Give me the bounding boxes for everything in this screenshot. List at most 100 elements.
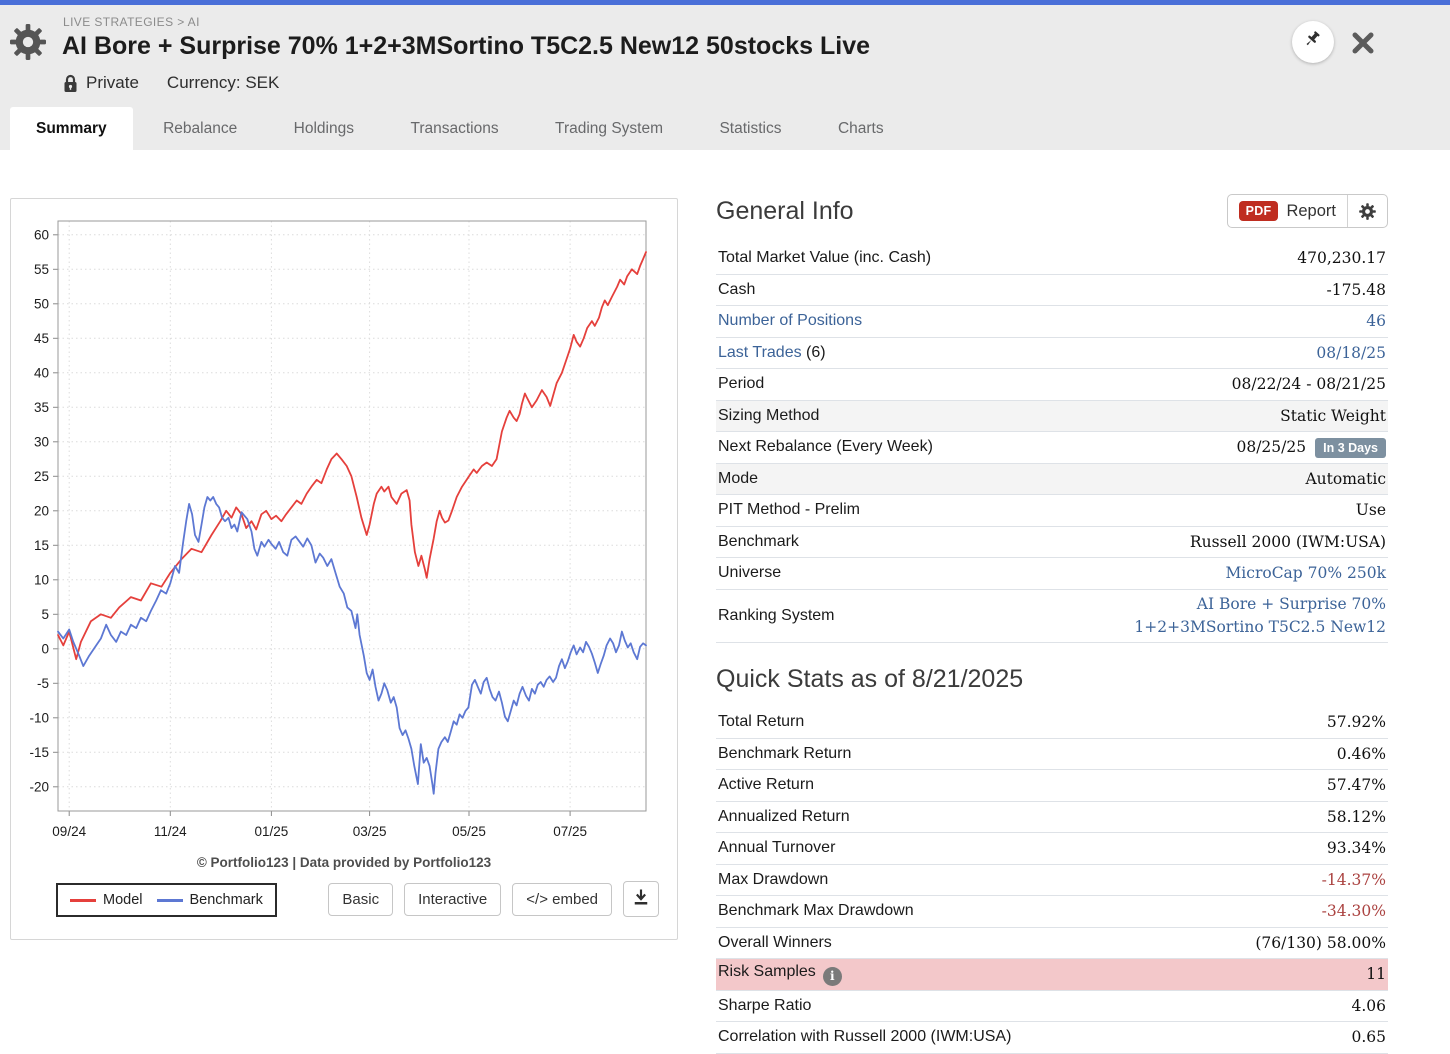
- info-row: Ranking System AI Bore + Surprise 70% 1+2+…: [716, 590, 1388, 644]
- row-label: Active Return: [718, 776, 814, 793]
- row-value-line2[interactable]: 1+2+3MSortino T5C2.5 New12: [1134, 618, 1386, 636]
- strategy-settings-gear-icon[interactable]: [8, 22, 48, 67]
- download-chart-button[interactable]: [623, 881, 659, 917]
- row-value[interactable]: MicroCap 70% 250k: [1225, 564, 1386, 582]
- svg-text:45: 45: [34, 331, 49, 346]
- row-value: 08/22/24 - 08/21/25: [1232, 375, 1386, 393]
- row-value: 0.46%: [1337, 745, 1386, 763]
- row-value[interactable]: AI Bore + Surprise 70%: [1197, 595, 1386, 613]
- svg-text:0: 0: [41, 641, 49, 656]
- tab-bar: Summary Rebalance Holdings Transactions …: [10, 107, 910, 150]
- svg-text:01/25: 01/25: [255, 824, 289, 839]
- page-title: AI Bore + Surprise 70% 1+2+3MSortino T5C…: [62, 32, 870, 61]
- benchmark-line-swatch: [157, 899, 183, 902]
- model-line-swatch: [70, 899, 96, 902]
- general-info-table: Total Market Value (inc. Cash) 470,230.17…: [716, 243, 1388, 643]
- svg-text:-15: -15: [29, 745, 49, 760]
- tab-statistics[interactable]: Statistics: [693, 107, 807, 150]
- row-value[interactable]: 08/18/25: [1316, 344, 1386, 362]
- basic-chart-button[interactable]: Basic: [328, 883, 393, 916]
- lock-icon: [63, 74, 78, 93]
- info-row: Number of Positions 46: [716, 306, 1388, 338]
- stat-row: Annual Turnover 93.34%: [716, 833, 1388, 865]
- row-label-link[interactable]: Number of Positions: [718, 312, 862, 329]
- quick-stats-title: Quick Stats as of 8/21/2025: [716, 665, 1388, 694]
- row-value: 58.12%: [1327, 808, 1386, 826]
- row-value: 57.47%: [1327, 776, 1386, 794]
- quick-stats-table: Total Return57.92% Benchmark Return 0.46% A…: [716, 707, 1388, 1054]
- row-value: 470,230.17: [1297, 249, 1386, 267]
- pdf-report-button[interactable]: PDF Report: [1228, 195, 1347, 227]
- row-value: -175.48: [1327, 281, 1386, 299]
- info-row: Period 08/22/24 - 08/21/25: [716, 369, 1388, 401]
- row-label: Annualized Return: [718, 808, 850, 825]
- legend-benchmark-label: Benchmark: [190, 892, 263, 908]
- svg-text:10: 10: [34, 572, 49, 587]
- chart-attribution: © Portfolio123 | Data provided by Portfo…: [11, 855, 677, 870]
- info-row: Last Trades (6)08/18/25: [716, 338, 1388, 370]
- row-label: Max Drawdown: [718, 871, 828, 888]
- info-row: Next Rebalance (Every Week)08/25/25In 3 …: [716, 432, 1388, 464]
- stat-row: Correlation with Russell 2000 (IWM:USA)0…: [716, 1022, 1388, 1054]
- row-label: Mode: [718, 470, 758, 487]
- svg-text:40: 40: [34, 365, 49, 380]
- svg-text:30: 30: [34, 434, 49, 449]
- row-label: Benchmark Return: [718, 745, 851, 762]
- interactive-chart-button[interactable]: Interactive: [404, 883, 501, 916]
- row-label: Overall Winners: [718, 934, 832, 951]
- stat-row: Benchmark Return 0.46%: [716, 739, 1388, 771]
- legend-model-label: Model: [103, 892, 143, 908]
- svg-text:-20: -20: [29, 779, 49, 794]
- row-label: Benchmark: [718, 533, 799, 550]
- row-value: 08/25/25: [1236, 438, 1306, 456]
- stat-row: Overall Winners(76/130) 58.00%: [716, 928, 1388, 960]
- embed-chart-button[interactable]: </> embed: [512, 883, 612, 916]
- pin-button[interactable]: [1292, 21, 1334, 63]
- tab-summary[interactable]: Summary: [10, 107, 133, 150]
- row-value: Static Weight: [1280, 407, 1386, 425]
- tab-charts[interactable]: Charts: [812, 107, 910, 150]
- tab-trading-system[interactable]: Trading System: [529, 107, 689, 150]
- info-row: BenchmarkRussell 2000 (IWM:USA): [716, 527, 1388, 559]
- svg-text:-5: -5: [37, 676, 49, 691]
- info-panel: General Info PDF Report: [716, 192, 1388, 1054]
- info-icon[interactable]: i: [823, 967, 842, 986]
- report-button-group: PDF Report: [1227, 194, 1388, 228]
- row-value: 93.34%: [1327, 839, 1386, 857]
- pdf-badge: PDF: [1239, 201, 1279, 221]
- privacy-label: Private: [86, 73, 139, 93]
- row-value: Use: [1356, 501, 1386, 519]
- row-label-link[interactable]: Last Trades: [718, 344, 802, 361]
- row-label: Period: [718, 375, 764, 392]
- row-label: Total Market Value (inc. Cash): [718, 249, 931, 266]
- row-value[interactable]: 46: [1366, 312, 1386, 330]
- row-label: Universe: [718, 564, 781, 581]
- close-icon[interactable]: [1349, 29, 1377, 57]
- tab-holdings[interactable]: Holdings: [268, 107, 380, 150]
- row-label: Benchmark Max Drawdown: [718, 902, 914, 919]
- info-row: PIT Method - PrelimUse: [716, 495, 1388, 527]
- info-row: Sizing MethodStatic Weight: [716, 401, 1388, 433]
- tab-transactions[interactable]: Transactions: [384, 107, 524, 150]
- row-label: Annual Turnover: [718, 839, 835, 856]
- stat-row: Benchmark Max Drawdown-34.30%: [716, 896, 1388, 928]
- stat-row: Total Return57.92%: [716, 707, 1388, 739]
- performance-line-chart: 605550454035302520151050-5-10-15-2009/24…: [11, 199, 677, 849]
- svg-text:11/24: 11/24: [154, 824, 187, 839]
- report-button-label: Report: [1286, 202, 1336, 221]
- svg-text:03/25: 03/25: [353, 824, 387, 839]
- row-label: Correlation with Russell 2000 (IWM:USA): [718, 1028, 1011, 1045]
- svg-text:15: 15: [34, 538, 49, 553]
- currency-label: Currency: SEK: [167, 73, 279, 93]
- row-value: 11: [1366, 965, 1386, 983]
- tab-rebalance[interactable]: Rebalance: [137, 107, 263, 150]
- stat-row: Risk Samplesi11: [716, 959, 1388, 991]
- rebalance-countdown-badge: In 3 Days: [1315, 438, 1386, 458]
- row-label: Sharpe Ratio: [718, 997, 811, 1014]
- row-label: Ranking System: [718, 607, 835, 624]
- breadcrumb[interactable]: LIVE STRATEGIES > AI: [63, 15, 200, 29]
- stat-row: Annualized Return 58.12%: [716, 802, 1388, 834]
- stat-row: Max Drawdown-14.37%: [716, 865, 1388, 897]
- page-header: LIVE STRATEGIES > AI AI Bore + Surprise …: [0, 5, 1450, 150]
- report-settings-gear-icon[interactable]: [1348, 195, 1387, 227]
